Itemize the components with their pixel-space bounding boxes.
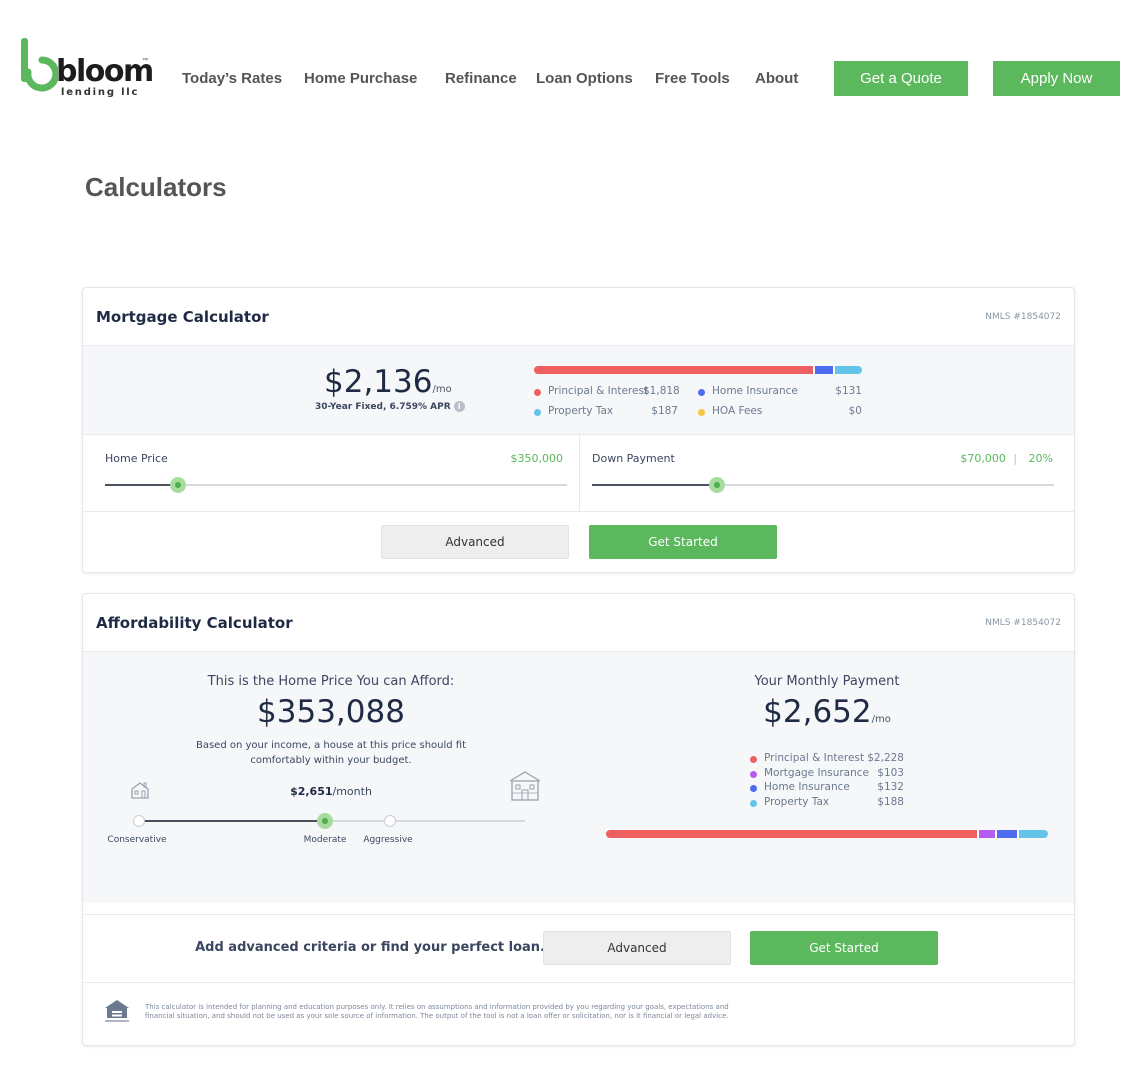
apply-now-button[interactable]: Apply Now — [993, 61, 1120, 96]
afford-legend-label-mortgage-insurance: Mortgage Insurance — [764, 767, 869, 779]
mortgage-summary: $2,136/mo 30-Year Fixed, 6.759% APR i Pr… — [83, 345, 1074, 434]
logo-trademark: ™ — [142, 58, 148, 64]
afford-note-line-1: Based on your income, a house at this pr… — [195, 740, 467, 751]
mortgage-calculator-title: Mortgage Calculator — [96, 308, 269, 326]
afford-bar-segment-2 — [994, 830, 1017, 838]
level-label-conservative[interactable]: Conservative — [97, 835, 177, 845]
afford-legend-dot-principal — [750, 756, 757, 763]
get-a-quote-button[interactable]: Get a Quote — [834, 61, 968, 96]
nav-about[interactable]: About — [755, 70, 798, 87]
small-house-icon — [131, 782, 149, 799]
top-nav: bloom ™ lending llc Today’s Rates Home P… — [0, 0, 1144, 120]
mortgage-rate-note: 30-Year Fixed, 6.759% APR i — [315, 401, 465, 412]
mortgage-get-started-button[interactable]: Get Started — [589, 525, 777, 559]
afford-note-line-2: comfortably within your budget. — [250, 755, 412, 766]
legend-label-hoa: HOA Fees — [712, 405, 763, 417]
legend-value-property-tax: $187 — [651, 405, 678, 417]
afford-legend-value-principal: $2,228 — [867, 752, 904, 764]
risk-stop-aggressive[interactable] — [384, 815, 396, 827]
nav-refinance[interactable]: Refinance — [445, 70, 517, 87]
down-payment-slider-thumb[interactable] — [708, 477, 725, 493]
mortgage-bar-segment-1 — [813, 366, 834, 374]
nav-home-purchase[interactable]: Home Purchase — [304, 70, 417, 87]
mortgage-bar-segment-2 — [833, 366, 862, 374]
afford-legend-label-principal: Principal & Interest — [764, 752, 865, 764]
advanced-criteria-cta: Add advanced criteria or find your perfe… — [195, 940, 545, 955]
monthly-payment: $2,652/mo — [763, 694, 891, 730]
afford-legend-dot-property-tax — [750, 800, 757, 807]
bloom-logo-mark-icon — [21, 38, 58, 92]
affordability-calculator-card: Affordability Calculator NMLS #1854072 T… — [82, 593, 1075, 1046]
affordability-calculator-title: Affordability Calculator — [96, 614, 293, 632]
legend-dot-hoa — [698, 409, 705, 416]
afford-legend-dot-home-insurance — [750, 785, 757, 792]
affordability-nmls: NMLS #1854072 — [985, 618, 1061, 628]
legend-label-principal: Principal & Interest — [548, 385, 649, 397]
afford-bar-segment-3 — [1016, 830, 1048, 838]
afford-bar-segment-0 — [606, 830, 978, 838]
afford-advanced-button[interactable]: Advanced — [543, 931, 731, 965]
nav-loan-options[interactable]: Loan Options — [536, 70, 633, 87]
down-payment-value[interactable]: $70,000 | 20% — [903, 452, 1053, 465]
risk-stop-conservative[interactable] — [133, 815, 145, 827]
afford-heading: This is the Home Price You can Afford: — [207, 674, 455, 689]
affordability-summary: This is the Home Price You can Afford: $… — [83, 651, 1074, 903]
afford-legend-label-property-tax: Property Tax — [764, 796, 830, 808]
mortgage-breakdown-bar — [534, 366, 862, 374]
level-label-aggressive[interactable]: Aggressive — [348, 835, 428, 845]
legend-dot-property-tax — [534, 409, 541, 416]
afford-legend-value-home-insurance: $132 — [877, 781, 904, 793]
disclaimer-line-2: financial situation, and should not be u… — [145, 1012, 729, 1020]
home-price-value[interactable]: $350,000 — [463, 452, 564, 465]
mortgage-bar-segment-0 — [534, 366, 814, 374]
info-icon[interactable]: i — [453, 401, 465, 412]
legend-dot-home-insurance — [698, 389, 705, 396]
page-title: Calculators — [85, 172, 227, 202]
legend-dot-principal — [534, 389, 541, 396]
afford-divider-2 — [83, 982, 1074, 983]
legend-label-property-tax: Property Tax — [548, 405, 614, 417]
afford-bar-segment-1 — [977, 830, 995, 838]
legend-value-home-insurance: $131 — [835, 385, 862, 397]
logo-subtitle: lending llc — [61, 87, 140, 98]
risk-stop-moderate-thumb[interactable] — [317, 813, 333, 829]
mortgage-divider-2 — [83, 511, 1074, 512]
equal-housing-icon — [105, 1000, 129, 1022]
afford-legend-label-home-insurance: Home Insurance — [764, 781, 850, 793]
home-price-slider[interactable] — [105, 477, 567, 493]
mortgage-calculator-card: Mortgage Calculator NMLS #1854072 $2,136… — [82, 287, 1075, 573]
mortgage-divider-v — [579, 434, 580, 511]
afford-monthly-amount: $2,651/month — [290, 785, 372, 798]
afford-legend-value-property-tax: $188 — [877, 796, 904, 808]
mortgage-advanced-button[interactable]: Advanced — [381, 525, 569, 559]
legend-value-principal: $1,818 — [643, 385, 680, 397]
legend-value-hoa: $0 — [848, 405, 862, 417]
legend-label-home-insurance: Home Insurance — [712, 385, 798, 397]
disclaimer-line-1: This calculator is intended for planning… — [145, 1003, 729, 1011]
monthly-heading: Your Monthly Payment — [754, 674, 900, 689]
large-house-icon — [509, 771, 541, 801]
mortgage-payment: $2,136/mo — [324, 364, 452, 400]
home-price-label: Home Price — [105, 452, 168, 465]
afford-get-started-button[interactable]: Get Started — [750, 931, 938, 965]
home-price-slider-thumb[interactable] — [169, 477, 186, 493]
afford-legend-value-mortgage-insurance: $103 — [877, 767, 904, 779]
nav-free-tools[interactable]: Free Tools — [655, 70, 730, 87]
afford-legend-dot-mortgage-insurance — [750, 771, 757, 778]
down-payment-slider[interactable] — [592, 477, 1054, 493]
afford-price: $353,088 — [257, 694, 405, 730]
risk-level-slider[interactable] — [133, 813, 525, 829]
mortgage-nmls: NMLS #1854072 — [985, 312, 1061, 322]
down-payment-label: Down Payment — [592, 452, 675, 465]
afford-divider-1 — [83, 914, 1074, 915]
nav-todays-rates[interactable]: Today’s Rates — [182, 70, 282, 87]
afford-breakdown-bar — [606, 830, 1048, 838]
bloom-logo[interactable]: bloom ™ lending llc — [18, 36, 158, 100]
logo-wordmark: bloom — [56, 54, 154, 89]
